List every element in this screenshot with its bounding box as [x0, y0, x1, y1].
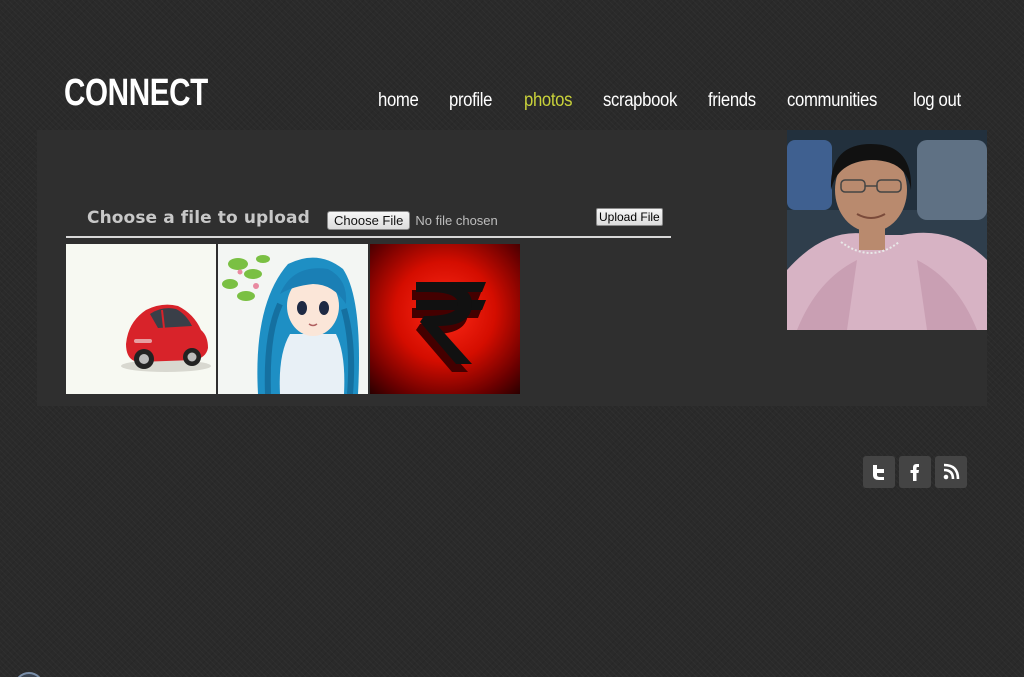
rupee-symbol-icon: [412, 282, 486, 372]
choose-file-button[interactable]: Choose File: [327, 211, 411, 230]
nav-log-out[interactable]: log out: [913, 90, 962, 112]
twitter-icon: [873, 465, 884, 480]
file-status-text: No file chosen: [415, 213, 498, 228]
divider: [66, 236, 671, 238]
twitter-button[interactable]: [863, 456, 895, 488]
content-panel: Choose a file to upload Choose File No f…: [37, 130, 987, 406]
site-logo[interactable]: CONNECT: [64, 70, 208, 116]
upload-file-button[interactable]: Upload File: [596, 208, 663, 226]
nav-friends[interactable]: friends: [708, 90, 771, 112]
facebook-button[interactable]: [899, 456, 931, 488]
nav-scrapbook[interactable]: scrapbook: [603, 90, 689, 112]
profile-portrait-icon: [787, 130, 987, 330]
anime-girl-photo[interactable]: [218, 244, 368, 394]
profile-photo[interactable]: [787, 130, 987, 330]
corner-widget[interactable]: [14, 672, 44, 677]
red-car-icon: [121, 304, 211, 372]
rss-button[interactable]: [935, 456, 967, 488]
nav-communities[interactable]: communities: [787, 90, 892, 112]
nav-home[interactable]: home: [378, 90, 434, 112]
nav-profile[interactable]: profile: [449, 90, 509, 112]
main-nav: home profile photos scrapbook friends co…: [378, 90, 976, 112]
anime-girl-icon: [222, 255, 359, 394]
upload-label: Choose a file to upload: [87, 208, 310, 228]
rss-icon: [943, 463, 960, 480]
rupee-symbol-photo[interactable]: [370, 244, 520, 394]
photo-gallery: [66, 244, 522, 394]
social-links: [863, 456, 971, 488]
facebook-icon: [910, 464, 919, 481]
nav-photos[interactable]: photos: [524, 90, 587, 112]
file-input[interactable]: Choose File No file chosen: [327, 211, 498, 230]
car-photo[interactable]: [66, 244, 216, 394]
